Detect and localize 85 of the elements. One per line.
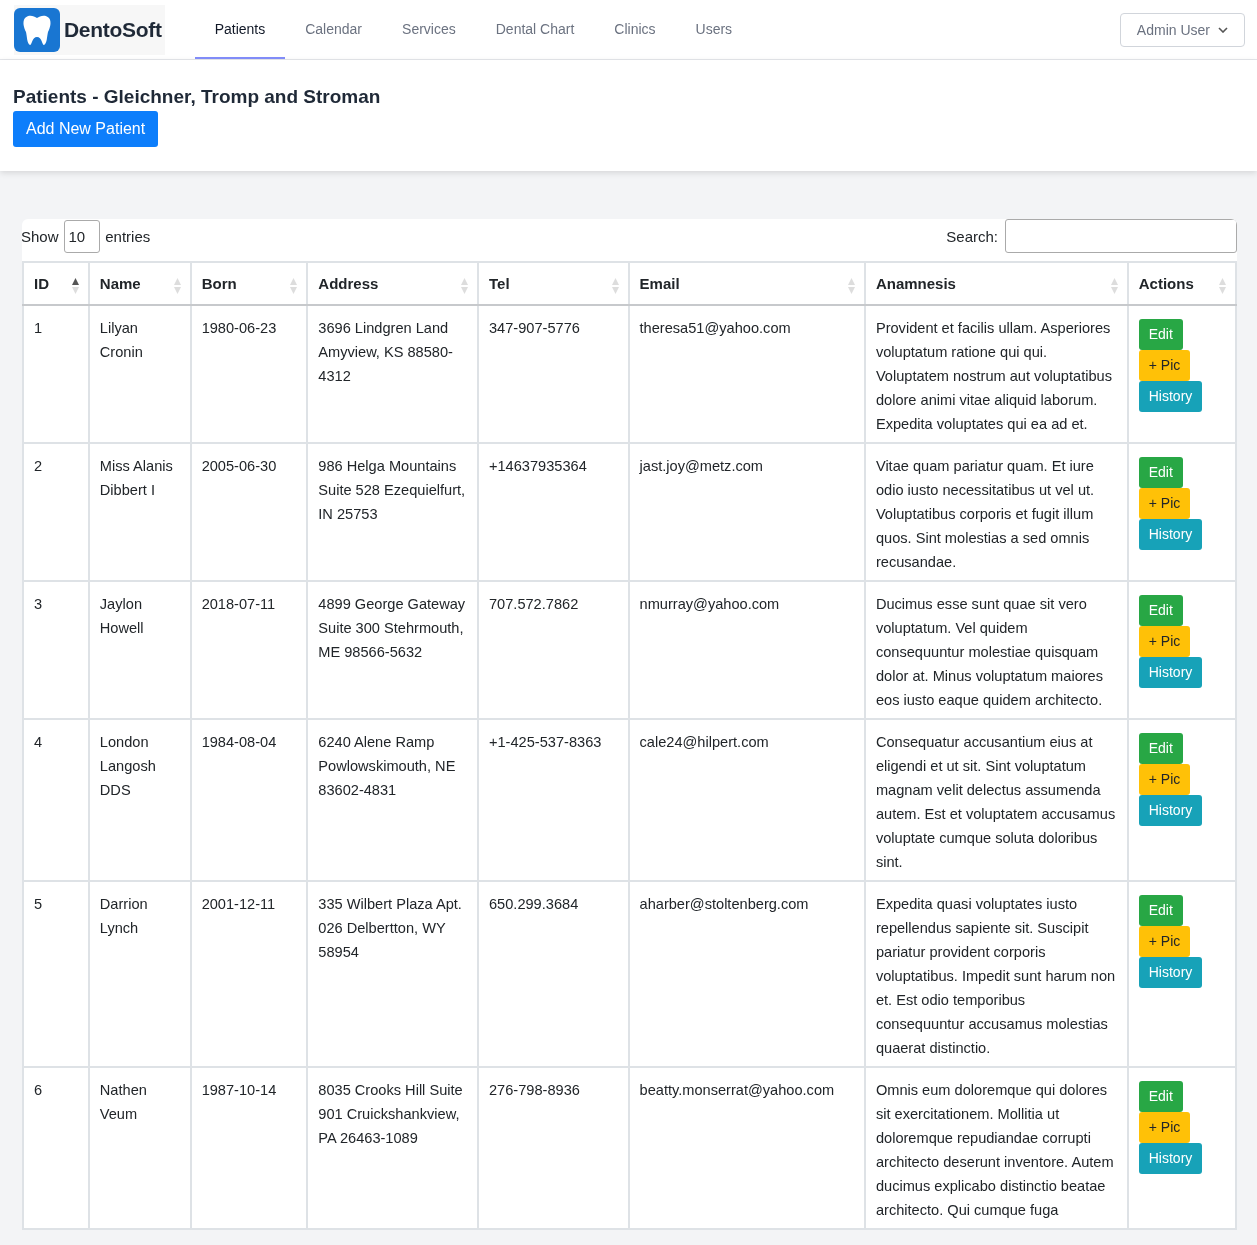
search-label: Search: (946, 227, 998, 245)
column-header[interactable]: Born (190, 262, 308, 305)
add-picture-button[interactable]: + Pic (1138, 1112, 1191, 1143)
table-cell: Lilyan Cronin (99, 320, 143, 360)
table-cell: +14637935364 (489, 458, 587, 474)
history-button[interactable]: History (1138, 1143, 1203, 1174)
edit-button[interactable]: Edit (1138, 457, 1183, 488)
nav-tab[interactable]: Services (382, 0, 476, 59)
table-cell: beatty.monserrat@yahoo.com (639, 1082, 835, 1098)
table-cell: 6 (34, 1082, 43, 1098)
page-size-select[interactable]: 10 (63, 219, 101, 253)
table-cell: 276-798-8936 (489, 1082, 580, 1098)
history-button[interactable]: History (1138, 519, 1203, 550)
table-cell: 2 (34, 458, 43, 474)
table-cell: 1987-10-14 (201, 1082, 277, 1098)
table-cell: 5 (34, 896, 43, 912)
add-picture-button[interactable]: + Pic (1138, 764, 1191, 795)
table-cell: jast.joy@metz.com (639, 458, 764, 474)
table-cell: Miss Alanis Dibbert I (99, 458, 173, 498)
table-cell: 4 (34, 734, 43, 750)
table-cell: theresa51@yahoo.com (639, 320, 791, 336)
column-header[interactable]: Actions (1127, 262, 1236, 305)
entries-label: entries (105, 227, 151, 245)
table-cell: Provident et facilis ullam. Asperiores voluptatum ratione qui qui. Voluptatem nostrum aut voluptatibus dolore animi vitae aliquid laborum. Expedita voluptates qui ea ad et. (875, 320, 1112, 432)
tooth-icon (14, 7, 60, 52)
table-cell: Jaylon Howell (99, 596, 144, 636)
column-header[interactable]: Name (88, 262, 191, 305)
column-header[interactable]: Email (628, 262, 865, 305)
page-title: Patients - Gleichner, Tromp and Stroman (13, 86, 382, 108)
add-patient-button[interactable]: Add New Patient (13, 111, 159, 147)
table-cell: 6240 Alene Ramp Powlowskimouth, NE 83602-4831 (318, 734, 456, 798)
table-cell: Expedita quasi voluptates iusto repellendus sapiente sit. Suscipit pariatur provident corporis voluptatibus. Impedit sunt harum non et. Est odio temporibus consequuntur accusamus molestias quaerat distinctio. (875, 896, 1116, 1056)
table-cell: Vitae quam pariatur quam. Et iure odio iusto necessitatibus ut vel ut. Voluptatibus corporis et fugit illum quos. Sint molestias a sed omnis recusandae. (875, 458, 1095, 570)
column-header[interactable]: Anamnesis (864, 262, 1128, 305)
brand-name: DentoSoft (64, 17, 162, 42)
table-cell: 2005-06-30 (201, 458, 277, 474)
table-cell: 2018-07-11 (201, 596, 276, 612)
history-button[interactable]: History (1138, 381, 1203, 412)
caret-icon (1218, 26, 1228, 33)
table-cell: 2001-12-11 (201, 896, 276, 912)
edit-button[interactable]: Edit (1138, 1081, 1183, 1112)
table-cell: 347-907-5776 (489, 320, 580, 336)
add-picture-button[interactable]: + Pic (1138, 926, 1191, 957)
table-cell: Nathen Veum (99, 1082, 147, 1122)
user-menu-button[interactable]: Admin User (1119, 12, 1245, 47)
nav-tab[interactable]: Users (675, 0, 753, 59)
table-cell: 707.572.7862 (489, 596, 579, 612)
table-cell: Ducimus esse sunt quae sit vero voluptatum. Vel quidem consequuntur molestiae quisquam dolor at. Minus voluptatum maiores eos iusto eaque quidem architecto. (875, 596, 1104, 708)
table-cell: Darrion Lynch (99, 896, 148, 936)
table-cell: 986 Helga Mountains Suite 528 Ezequielfurt, IN 25753 (318, 458, 466, 522)
edit-button[interactable]: Edit (1138, 595, 1183, 626)
column-header[interactable]: ID (23, 262, 89, 305)
table-cell: London Langosh DDS (99, 734, 156, 798)
search-field[interactable] (1005, 219, 1237, 253)
table-cell: aharber@stoltenberg.com (639, 896, 809, 912)
table-cell: 1980-06-23 (201, 320, 277, 336)
table-cell: 1 (34, 320, 43, 336)
show-label: Show (22, 227, 59, 245)
edit-button[interactable]: Edit (1138, 319, 1183, 350)
table-cell: cale24@hilpert.com (639, 734, 769, 750)
column-header[interactable]: Tel (478, 262, 629, 305)
nav-tab[interactable]: Calendar (285, 0, 383, 59)
table-cell: 8035 Crooks Hill Suite 901 Cruickshankview, PA 26463-1089 (318, 1082, 463, 1146)
column-header[interactable]: Address (307, 262, 478, 305)
edit-button[interactable]: Edit (1138, 895, 1183, 926)
nav-tab[interactable]: Dental Chart (475, 0, 595, 59)
history-button[interactable]: History (1138, 795, 1203, 826)
table-cell: 4899 George Gateway Suite 300 Stehrmouth, ME 98566-5632 (318, 596, 466, 660)
brand-logo[interactable]: DentoSoft (14, 4, 165, 55)
table-cell: 1984-08-04 (201, 734, 277, 750)
add-picture-button[interactable]: + Pic (1138, 350, 1191, 381)
edit-button[interactable]: Edit (1138, 733, 1183, 764)
nav-tab[interactable]: Clinics (594, 0, 676, 59)
add-picture-button[interactable]: + Pic (1138, 488, 1191, 519)
table-cell: 335 Wilbert Plaza Apt. 026 Delbertton, WY 58954 (318, 896, 462, 960)
table-cell: 650.299.3684 (489, 896, 579, 912)
table-cell: Consequatur accusantium eius at eligendi et ut sit. Sint voluptatum magnam velit delectus assumenda autem. Est et voluptatem accusamus voluptate cumque soluta doloribus sint. (875, 734, 1116, 870)
history-button[interactable]: History (1138, 957, 1203, 988)
table-cell: 3696 Lindgren Land Amyview, KS 88580-4312 (318, 320, 453, 384)
history-button[interactable]: History (1138, 657, 1203, 688)
table-cell: +1-425-537-8363 (489, 734, 602, 750)
table-cell: nmurray@yahoo.com (639, 596, 780, 612)
table-cell: Omnis eum doloremque qui dolores sit exercitationem. Mollitia ut doloremque repudiandae corrupti architecto deserunt inventore. Autem ducimus explicabo distinctio beatae architecto. Qui cumque fuga (875, 1082, 1114, 1218)
table-cell: 3 (34, 596, 43, 612)
add-picture-button[interactable]: + Pic (1138, 626, 1191, 657)
